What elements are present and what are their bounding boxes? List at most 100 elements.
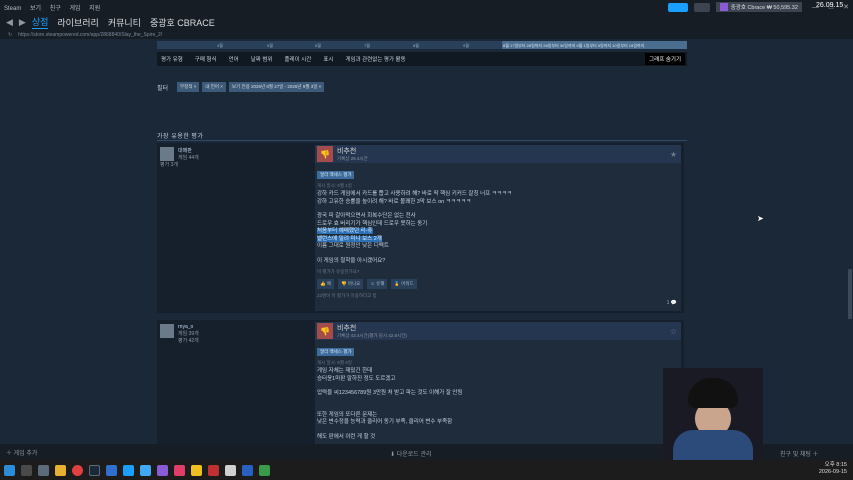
edge-icon[interactable]	[123, 464, 134, 476]
review-timeline[interactable]: 4월 5월 6월 7월 8월 9월 8월 17일부터 28일까지 28일부터 3…	[157, 41, 687, 49]
vote-row: 👍 예 👎 아니요 ☺ 유쾌 🏅 어워드	[317, 279, 681, 289]
menu-help[interactable]: 지원	[89, 6, 100, 12]
comment-count[interactable]: 1 💬	[667, 300, 677, 306]
top-menu: Steam 보기 친구 게임 지원	[4, 3, 107, 12]
filter-language[interactable]: 언어	[229, 55, 239, 63]
timeline-label: 5월	[267, 43, 273, 48]
task-view-icon[interactable]	[38, 464, 49, 476]
filter-playtime[interactable]: 플레이 시간	[284, 55, 311, 63]
back-arrow-icon[interactable]: ◀	[6, 17, 13, 28]
author-name[interactable]: 대매판	[160, 147, 310, 154]
review-line-selected: 밸런스에 밀려 미니 보스 2개	[317, 235, 382, 242]
hide-graph-button[interactable]: 그래프 숨기기	[645, 53, 685, 65]
app-icon[interactable]	[242, 464, 253, 476]
author-games[interactable]: 게임 39개	[160, 330, 310, 337]
author-avatar[interactable]	[160, 324, 174, 338]
vote-funny-button[interactable]: ☺ 유쾌	[367, 279, 388, 289]
posted-date: 게시 일시: 9월 1일	[317, 183, 352, 188]
url-text[interactable]: https://store.steampowered.com/app/28688…	[18, 32, 162, 38]
award-star-icon[interactable]: ☆	[670, 327, 677, 336]
tab-library[interactable]: 라이브러리	[57, 16, 98, 29]
steam-title-bar: Steam 보기 친구 게임 지원 중광호 Cbrace ₩ 50,595.32…	[0, 0, 853, 14]
filter-display[interactable]: 표시	[323, 55, 333, 63]
filter-date-range[interactable]: 날짜 범위	[251, 55, 273, 63]
downloads-button[interactable]: ⬇ 다운로드 관리	[390, 449, 432, 458]
friends-chat-button[interactable]: 친구 및 채팅 ＋	[780, 449, 819, 458]
app-icon[interactable]	[157, 464, 168, 476]
posted-date: 게시 일시: 9월 9일	[317, 360, 352, 365]
review-line: 낮은 변수정을 능력과 클리어 동기 부족, 클리어 변수 부족함	[317, 419, 453, 425]
account-name: 중광호 Cbrace ₩ 50,595.32	[730, 5, 798, 11]
author-reviews[interactable]: 평가 42개	[160, 337, 310, 344]
search-icon[interactable]	[21, 464, 32, 476]
refresh-icon[interactable]: ↻	[8, 32, 12, 38]
tab-community[interactable]: 커뮤니티	[108, 16, 141, 29]
avatar	[719, 3, 728, 11]
app-icon[interactable]	[208, 464, 219, 476]
account-button[interactable]: 중광호 Cbrace ₩ 50,595.32	[715, 2, 802, 12]
file-explorer-icon[interactable]	[55, 464, 66, 476]
review-line: 이 게임의 철학을 아시겠어요?	[317, 257, 386, 264]
filter-chip-language[interactable]: 내 언어 ×	[202, 82, 226, 92]
filter-review-type[interactable]: 평가 유형	[161, 55, 183, 63]
award-star-icon[interactable]: ★	[670, 150, 677, 159]
filter-chip-date[interactable]: 보기 전용 2026년 8월 27일 - 2026년 9월 3일 ×	[228, 82, 325, 92]
review-blank-line	[317, 405, 681, 412]
chrome-icon[interactable]	[72, 464, 83, 476]
author-games[interactable]: 게임 44개	[160, 154, 310, 161]
close-icon[interactable]: ✕	[843, 3, 849, 11]
review-line-selected: 처음부터 예매했던 리-휴	[317, 228, 373, 234]
menu-friends[interactable]: 친구	[50, 6, 61, 12]
review-body: 👎 비추천 기록상 29.4시간 ★ 얼리 액세스 평가 게시 일시: 9월 1…	[315, 145, 681, 311]
helpful-question: 이 평가가 유용한가요?	[317, 269, 360, 274]
menu-view[interactable]: 보기	[30, 6, 41, 12]
review-blank-line	[317, 398, 681, 405]
app-icon[interactable]	[106, 464, 117, 476]
webcam-overlay	[663, 368, 763, 460]
verdict-title: 비추천	[337, 148, 357, 155]
vote-yes-button[interactable]: 👍 예	[317, 279, 334, 289]
verdict-title: 비추천	[337, 325, 357, 332]
award-button[interactable]: 🏅 어워드	[391, 279, 417, 289]
forward-arrow-icon[interactable]: ▶	[19, 17, 26, 28]
review-card: rnya_o 게임 39개 평가 42개 👎 비추천 기록상 43.4시간(평가…	[157, 320, 684, 444]
app-icon[interactable]	[225, 464, 236, 476]
filter-purchase-type[interactable]: 구매 형식	[195, 55, 217, 63]
windows-start-icon[interactable]	[4, 464, 15, 476]
author-avatar[interactable]	[160, 147, 174, 161]
author-reviews[interactable]: 평가 3개	[160, 161, 310, 168]
review-blank-line	[317, 427, 681, 434]
vote-no-button[interactable]: 👎 아니요	[338, 279, 364, 289]
review-verdict[interactable]: 👎 비추천 기록상 43.4시간(평가 당시 42.8시간) ☆	[315, 322, 681, 340]
add-game-button[interactable]: ＋ 게임 추가	[6, 448, 37, 457]
review-verdict[interactable]: 👎 비추천 기록상 29.4시간 ★	[315, 145, 681, 163]
system-clock[interactable]: 오후 8:15 2026-09-15	[819, 462, 847, 476]
app-icon[interactable]	[140, 464, 151, 476]
review-author: 대매판 게임 44개 평가 3개	[160, 147, 310, 168]
page-scrollbar[interactable]	[848, 269, 852, 319]
tab-store[interactable]: 상점	[31, 15, 49, 29]
review-line: 강하 고유한 승률을 높이려 해? 바로 볼쾌한 3막 보스 on ㅋㅋㅋㅋㅋ	[317, 198, 472, 205]
active-filters: 필터 부정적 × 내 언어 × 보기 전용 2026년 8월 27일 - 202…	[157, 82, 325, 92]
section-divider	[157, 140, 687, 141]
menu-steam[interactable]: Steam	[4, 6, 21, 12]
steam-icon[interactable]	[89, 464, 100, 476]
review-line: 광국 피 갈아먹으면서 회복수단은 없는 전사	[317, 213, 416, 219]
menu-games[interactable]: 게임	[69, 6, 80, 12]
tab-profile[interactable]: 중광호 CBRACE	[150, 16, 215, 29]
app-icon[interactable]	[174, 464, 185, 476]
review-card: 대매판 게임 44개 평가 3개 👎 비추천 기록상 29.4시간 ★ 얼리 액…	[157, 143, 684, 313]
clock-time: 오후 8:15	[824, 462, 847, 468]
app-icon[interactable]	[191, 464, 202, 476]
filter-chip-negative[interactable]: 부정적 ×	[177, 82, 200, 92]
app-icon[interactable]	[259, 464, 270, 476]
broadcast-button[interactable]	[667, 2, 688, 12]
main-nav: ◀ ▶ 상점 라이브러리 커뮤니티 중광호 CBRACE	[0, 14, 853, 30]
notifications-button[interactable]	[693, 2, 710, 12]
found-helpful: 23명이 이 평가가 유용하다고 함	[317, 293, 377, 298]
thumbs-down-icon: 👎	[317, 146, 333, 162]
filter-offtopic[interactable]: 게임과 관련없는 평가 활동	[345, 55, 405, 63]
clock-date: 2026-09-15	[818, 469, 847, 475]
review-line: 또한 게임의 또다른 문제는	[317, 411, 378, 418]
overlay-date: 26.09.15	[816, 2, 844, 9]
